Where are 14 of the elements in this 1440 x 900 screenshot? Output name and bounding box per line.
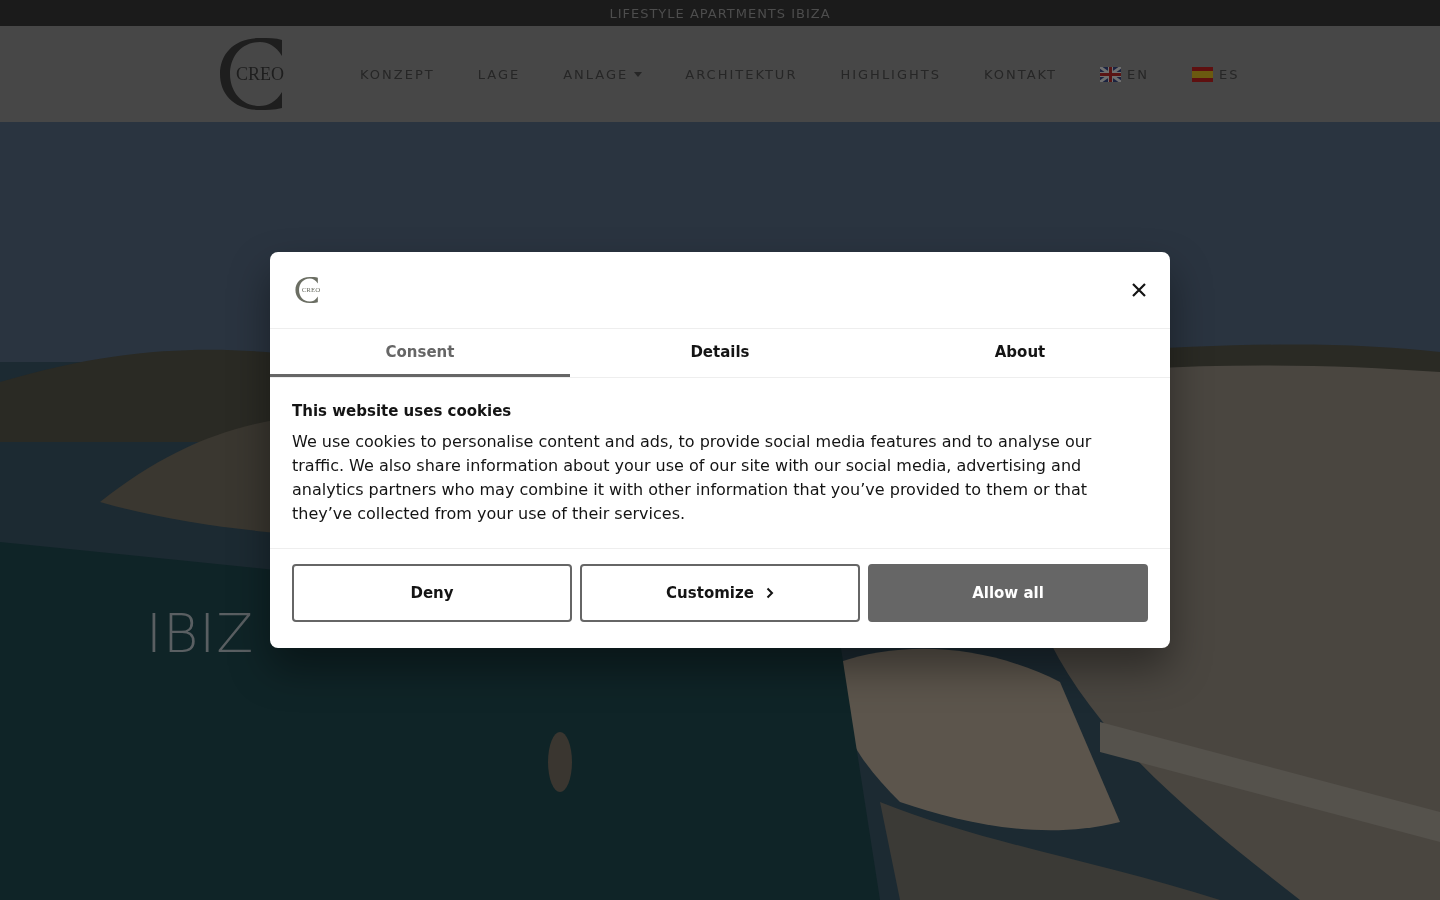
- dialog-title: This website uses cookies: [292, 402, 513, 420]
- dialog-text: We use cookies to personalise content and ads, to provide social media features and to analyse our traffic. We also share information about your use of our site with our social media, advertising and analytics partners who may combine it with other information that you’ve provided to them or that they’ve collected from your use of their services.: [292, 431, 1093, 525]
- customize-button[interactable]: Customize: [580, 564, 860, 622]
- tab[interactable]: Details: [570, 329, 870, 377]
- tab[interactable]: About: [870, 329, 1170, 377]
- tab[interactable]: Consent: [270, 329, 570, 377]
- close-icon: [1132, 283, 1146, 297]
- chevron-icon: [765, 587, 774, 599]
- spain-flag-icon: [1192, 66, 1213, 82]
- deny-button[interactable]: Deny: [292, 564, 572, 622]
- allow-all-button[interactable]: Allow all: [868, 564, 1148, 622]
- uk-flag-icon: [1100, 66, 1122, 82]
- caret-icon: [634, 71, 643, 77]
- hero-title: IBIZ: [146, 602, 255, 665]
